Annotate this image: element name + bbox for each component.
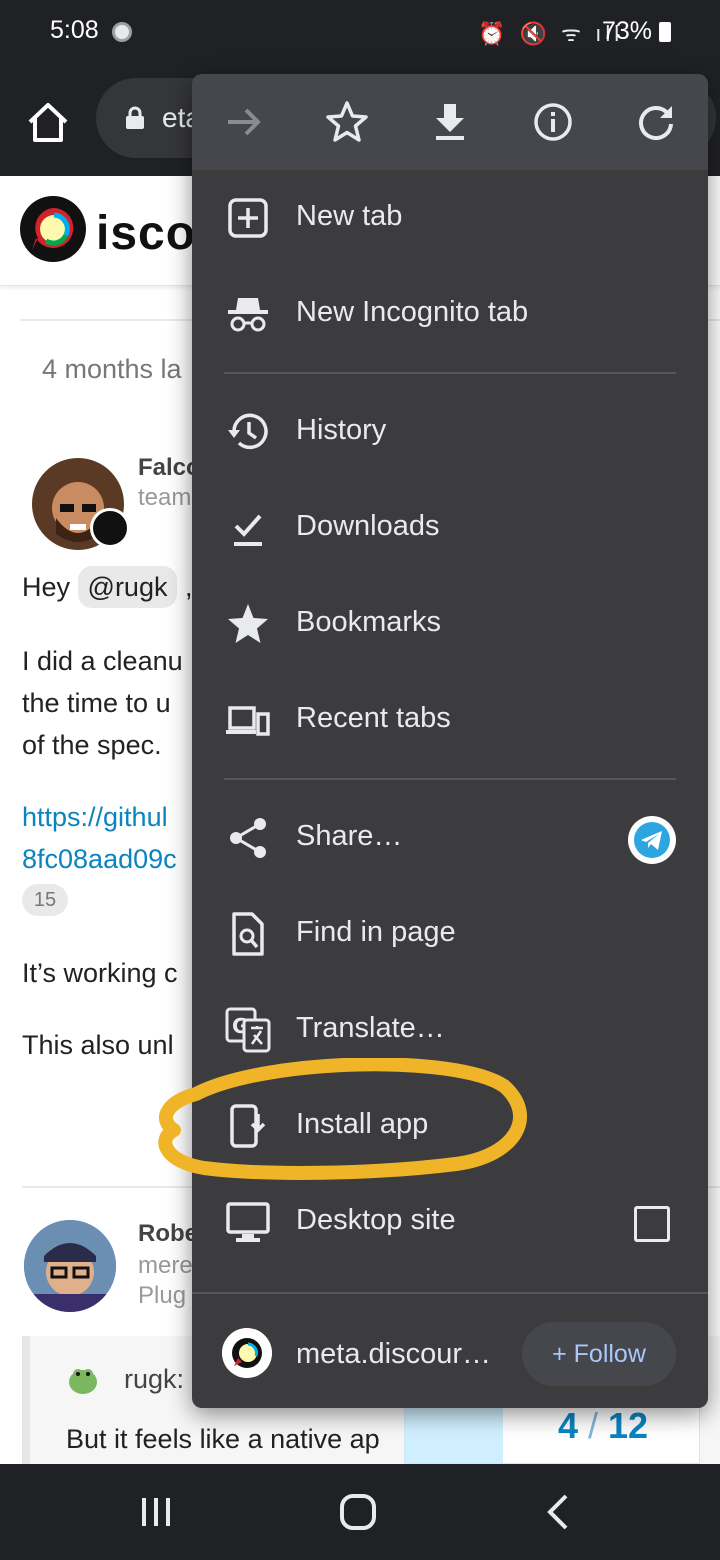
star-icon[interactable] (321, 96, 373, 148)
info-icon[interactable] (527, 96, 579, 148)
menu-site-footer: meta.discour… + Follow (192, 1292, 708, 1408)
menu-item-label: New Incognito tab (296, 296, 529, 328)
avatar[interactable] (24, 1220, 116, 1312)
recent-tabs-icon (226, 706, 270, 736)
history-icon (228, 413, 268, 450)
user-title: Plug (138, 1282, 187, 1309)
post-greeting: Hey @rugk , (22, 566, 192, 608)
menu-item-new-incognito-tab[interactable]: New Incognito tab (192, 268, 708, 364)
menu-item-label: Share… (296, 820, 403, 852)
incognito-icon (228, 298, 268, 332)
translate-icon: G (225, 1007, 271, 1053)
menu-item-find-in-page[interactable]: Find in page (192, 888, 708, 984)
telegram-icon[interactable] (628, 816, 676, 864)
menu-item-label: Find in page (296, 916, 456, 948)
user-title: mere (138, 1252, 193, 1279)
battery-icon (659, 22, 671, 42)
menu-item-label: Translate… (296, 1012, 445, 1044)
follow-button[interactable]: + Follow (522, 1322, 676, 1386)
notification-icon (112, 22, 132, 42)
home-button-icon[interactable] (334, 1488, 382, 1536)
reload-icon[interactable] (630, 96, 682, 148)
menu-item-label: Bookmarks (296, 606, 442, 638)
menu-item-bookmarks[interactable]: Bookmarks (192, 578, 708, 674)
download-icon[interactable] (424, 96, 476, 148)
share-icon (230, 818, 266, 858)
site-name: meta.discour… (296, 1338, 492, 1370)
browser-overflow-menu: New tab New Incognito tab History Downlo… (192, 74, 708, 1408)
status-time: 5:08 (50, 16, 99, 44)
post-paragraph-line: the time to u (22, 688, 171, 718)
menu-item-install-app[interactable]: Install app (192, 1080, 708, 1176)
menu-action-row (192, 74, 708, 170)
user-title: team (138, 484, 192, 511)
site-favicon-icon (222, 1328, 272, 1378)
discourse-logo-icon[interactable] (18, 194, 88, 264)
menu-item-share[interactable]: Share… (192, 792, 708, 888)
install-app-icon (230, 1104, 266, 1148)
post-link[interactable]: 8fc08aad09c (22, 838, 177, 880)
quote-text: But it feels like a native ap (66, 1424, 380, 1454)
find-in-page-icon (232, 912, 264, 956)
new-tab-icon (228, 198, 268, 238)
menu-item-label: Recent tabs (296, 702, 451, 734)
system-nav-bar (0, 1464, 720, 1560)
menu-item-downloads[interactable]: Downloads (192, 482, 708, 578)
link-click-count: 15 (22, 884, 68, 916)
menu-item-label: Downloads (296, 510, 440, 542)
menu-item-label: Desktop site (296, 1204, 456, 1236)
menu-item-history[interactable]: History (192, 386, 708, 482)
post-paragraph-line: of the spec. (22, 730, 162, 760)
desktop-site-icon (226, 1202, 270, 1242)
menu-item-label: History (296, 414, 387, 446)
avatar[interactable] (66, 1362, 100, 1396)
menu-item-label: Install app (296, 1108, 429, 1140)
post-username[interactable]: Robe (138, 1220, 198, 1248)
flair-badge (90, 508, 130, 548)
post-link[interactable]: https://githul (22, 796, 168, 838)
forward-icon[interactable] (218, 96, 270, 148)
user-mention[interactable]: @rugk (77, 566, 178, 608)
menu-item-new-tab[interactable]: New tab (192, 172, 708, 268)
home-icon[interactable] (22, 96, 74, 148)
lock-icon (126, 106, 144, 129)
menu-item-recent-tabs[interactable]: Recent tabs (192, 674, 708, 770)
status-bar: 5:08 ⏰ 🔇 ᯤ ıll 73% (0, 0, 720, 64)
post-paragraph-line: This also unl (22, 1030, 174, 1060)
site-logo-text: isco (96, 207, 197, 260)
downloads-icon (234, 514, 262, 546)
post-paragraph-line: It’s working c (22, 958, 178, 988)
menu-item-desktop-site[interactable]: Desktop site (192, 1176, 708, 1272)
post-paragraph-line: I did a cleanu (22, 646, 183, 676)
menu-divider (224, 778, 676, 780)
bookmarks-icon (228, 604, 268, 643)
back-icon[interactable] (536, 1488, 584, 1536)
time-gap-label: 4 months la (42, 354, 182, 384)
quote-username: rugk: (124, 1364, 185, 1394)
progress-count: 4 / 12 (557, 1405, 649, 1446)
battery-percent: 73% (602, 17, 653, 45)
recent-apps-icon[interactable] (132, 1488, 180, 1536)
desktop-site-checkbox[interactable] (634, 1206, 670, 1242)
menu-item-label: New tab (296, 200, 403, 232)
menu-divider (224, 372, 676, 374)
menu-item-translate[interactable]: G Translate… (192, 984, 708, 1080)
